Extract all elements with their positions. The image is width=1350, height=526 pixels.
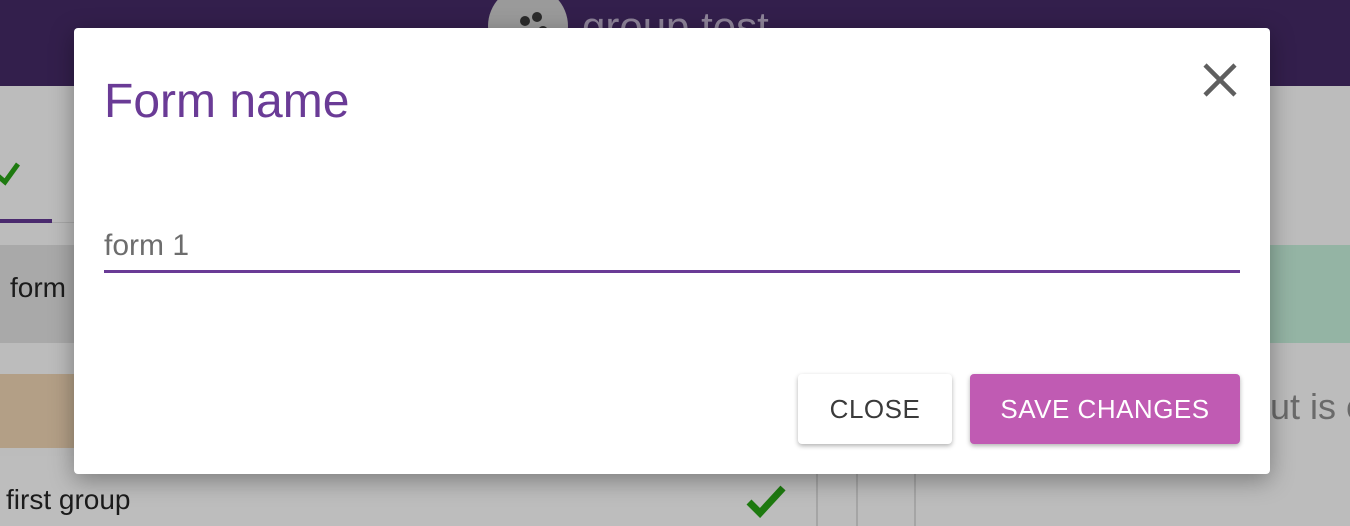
- form-row-label: form: [10, 272, 66, 303]
- group-row-label: first group: [6, 484, 131, 515]
- close-button[interactable]: CLOSE: [798, 374, 952, 444]
- check-icon: [746, 485, 786, 518]
- dialog-title: Form name: [104, 75, 350, 128]
- status-panel: [1270, 245, 1350, 343]
- active-tab-indicator: [0, 219, 52, 223]
- form-name-input[interactable]: [104, 222, 1240, 273]
- check-icon: [0, 162, 20, 186]
- form-name-dialog: Form name CLOSE SAVE CHANGES: [74, 28, 1270, 474]
- save-changes-button[interactable]: SAVE CHANGES: [970, 374, 1240, 444]
- right-panel-text: ut is e: [1270, 386, 1350, 427]
- close-icon[interactable]: [1198, 58, 1242, 102]
